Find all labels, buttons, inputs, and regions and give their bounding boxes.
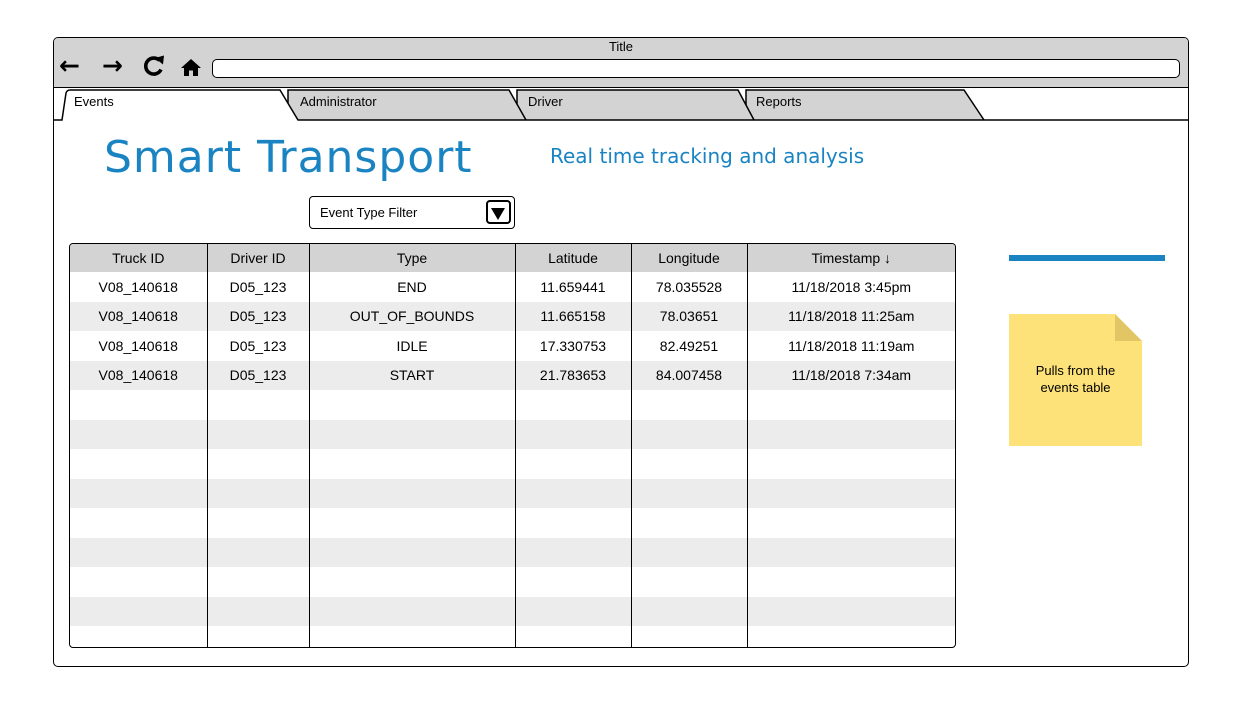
url-input[interactable] xyxy=(212,59,1180,78)
table-row[interactable]: V08_140618 D05_123 IDLE 17.330753 82.492… xyxy=(70,331,955,361)
cell-timestamp: 11/18/2018 7:34am xyxy=(747,360,955,390)
cell-latitude: 17.330753 xyxy=(515,331,632,361)
cell-driver-id: D05_123 xyxy=(207,331,310,361)
column-header-truck-id[interactable]: Truck ID xyxy=(70,244,208,272)
empty-table-row xyxy=(70,626,955,647)
empty-table-row xyxy=(70,478,955,508)
events-table: Truck ID Driver ID Type Latitude Longitu… xyxy=(69,243,956,648)
column-header-type[interactable]: Type xyxy=(309,244,516,272)
tab-driver[interactable]: Driver xyxy=(528,94,563,109)
column-header-longitude[interactable]: Longitude xyxy=(631,244,748,272)
column-header-driver-id[interactable]: Driver ID xyxy=(207,244,310,272)
cell-longitude: 78.035528 xyxy=(631,272,748,302)
home-icon[interactable] xyxy=(180,52,204,80)
cell-longitude: 82.49251 xyxy=(631,331,748,361)
tab-events[interactable]: Events xyxy=(74,94,114,109)
cell-truck-id: V08_140618 xyxy=(70,301,208,331)
browser-window: Title ← → Events Administrator Driver Re… xyxy=(53,37,1189,667)
chevron-down-icon xyxy=(491,208,505,220)
empty-table-row xyxy=(70,537,955,567)
empty-table-row xyxy=(70,596,955,626)
arrow-right-icon[interactable]: → xyxy=(102,52,123,80)
cell-driver-id: D05_123 xyxy=(207,360,310,390)
empty-table-row xyxy=(70,419,955,449)
sticky-note-line: events table xyxy=(1040,380,1111,395)
cell-truck-id: V08_140618 xyxy=(70,360,208,390)
cell-latitude: 11.665158 xyxy=(515,301,632,331)
window-title: Title xyxy=(608,39,634,54)
sticky-note-fold xyxy=(1115,314,1142,341)
cell-type: END xyxy=(309,272,516,302)
cell-driver-id: D05_123 xyxy=(207,301,310,331)
accent-divider xyxy=(1009,255,1165,261)
title-bar: Title ← → xyxy=(54,38,1188,88)
table-row[interactable]: V08_140618 D05_123 START 21.783653 84.00… xyxy=(70,360,955,390)
cell-type: IDLE xyxy=(309,331,516,361)
cell-timestamp: 11/18/2018 3:45pm xyxy=(791,278,912,295)
table-row[interactable]: V08_140618 D05_123 END 11.659441 78.0355… xyxy=(70,272,955,302)
tab-administrator[interactable]: Administrator xyxy=(300,94,377,109)
arrow-left-icon[interactable]: ← xyxy=(59,52,80,80)
cell-latitude: 11.659441 xyxy=(515,272,632,302)
sticky-note-line: Pulls from the xyxy=(1035,363,1116,378)
empty-table-row xyxy=(70,567,955,597)
cell-latitude: 21.783653 xyxy=(515,360,632,390)
event-type-filter[interactable]: Event Type Filter xyxy=(309,196,515,229)
cell-longitude: 78.03651 xyxy=(631,301,748,331)
table-header-row: Truck ID Driver ID Type Latitude Longitu… xyxy=(70,244,955,272)
sticky-note-text: Pulls from the events table xyxy=(1009,362,1142,396)
dropdown-button[interactable] xyxy=(486,200,511,224)
column-header-timestamp[interactable]: Timestamp ↓ xyxy=(747,244,955,272)
cell-type: START xyxy=(309,360,516,390)
cell-longitude: 84.007458 xyxy=(631,360,748,390)
filter-label: Event Type Filter xyxy=(320,205,418,220)
app-subtitle: Real time tracking and analysis xyxy=(550,144,865,168)
app-logo: Smart Transport xyxy=(104,132,473,183)
cell-timestamp: 11/18/2018 11:19am xyxy=(788,337,915,354)
empty-table-row xyxy=(70,390,955,420)
empty-table-row xyxy=(70,449,955,479)
cell-type: OUT_OF_BOUNDS xyxy=(309,301,516,331)
table-row[interactable]: V08_140618 D05_123 OUT_OF_BOUNDS 11.6651… xyxy=(70,301,955,331)
cell-truck-id: V08_140618 xyxy=(70,331,208,361)
sticky-note: Pulls from the events table xyxy=(1009,314,1142,446)
tab-reports[interactable]: Reports xyxy=(756,94,802,109)
cell-timestamp: 11/18/2018 11:25am xyxy=(747,301,955,331)
cell-truck-id: V08_140618 xyxy=(70,272,208,302)
tab-strip: Events Administrator Driver Reports xyxy=(54,87,1188,121)
cell-driver-id: D05_123 xyxy=(207,272,310,302)
column-header-latitude[interactable]: Latitude xyxy=(515,244,632,272)
empty-table-row xyxy=(70,508,955,538)
reload-icon[interactable] xyxy=(142,52,166,80)
